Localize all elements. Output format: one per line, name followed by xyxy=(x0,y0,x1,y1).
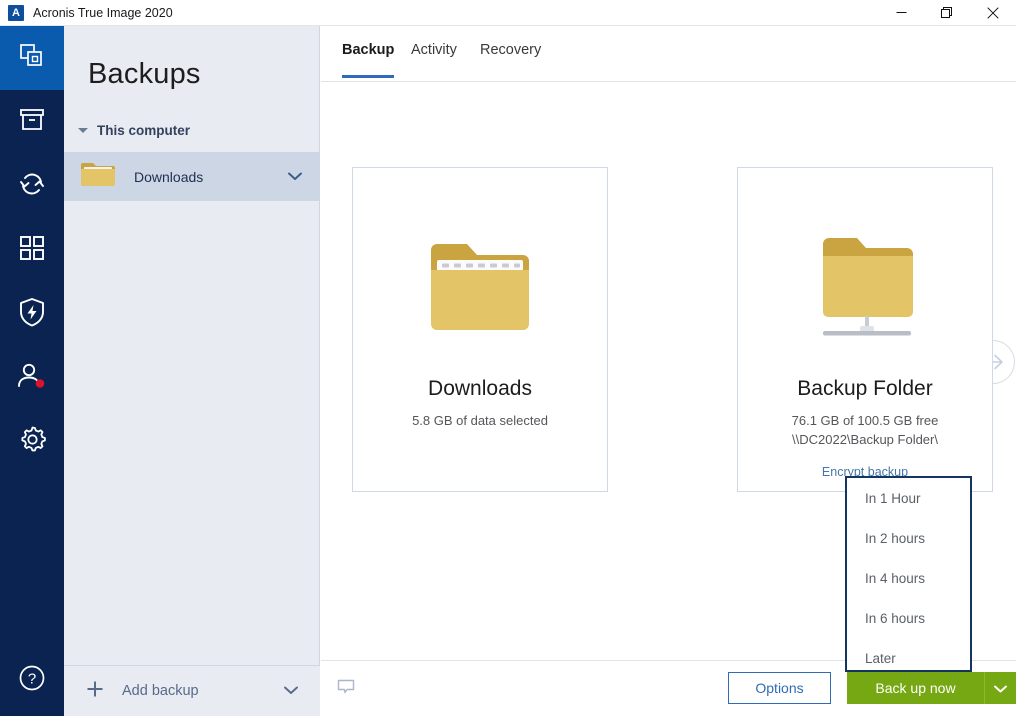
menu-item-in-6-hours[interactable]: In 6 hours xyxy=(847,598,970,638)
grid-tools-icon xyxy=(19,235,45,266)
sidebar-item-account[interactable] xyxy=(0,346,64,410)
title-bar: A Acronis True Image 2020 xyxy=(0,0,1016,26)
add-backup-label: Add backup xyxy=(122,683,199,699)
caret-down-icon xyxy=(78,127,88,133)
back-up-now-dropdown-button[interactable] xyxy=(984,672,1016,704)
destination-name: Backup Folder xyxy=(797,377,933,400)
main-content: Backup Activity Recovery Downloads 5.8 G… xyxy=(321,26,1016,716)
sidebar-item-settings[interactable] xyxy=(0,410,64,474)
user-account-icon xyxy=(17,362,47,395)
page-title: Backups xyxy=(88,58,201,90)
tab-backup[interactable]: Backup xyxy=(342,42,395,78)
restore-button[interactable] xyxy=(924,0,970,26)
tab-recovery[interactable]: Recovery xyxy=(480,42,541,78)
list-item-downloads[interactable]: Downloads xyxy=(64,152,320,201)
window-controls xyxy=(878,0,1016,26)
backups-icon xyxy=(17,41,47,76)
menu-item-in-4-hours[interactable]: In 4 hours xyxy=(847,558,970,598)
source-card[interactable]: Downloads 5.8 GB of data selected xyxy=(352,167,608,492)
tab-activity[interactable]: Activity xyxy=(411,42,457,78)
folder-icon xyxy=(80,159,116,194)
application-window: A Acronis True Image 2020 ? Backups This… xyxy=(0,0,1016,716)
sidebar-item-tools[interactable] xyxy=(0,218,64,282)
group-label: This computer xyxy=(97,122,191,138)
chevron-down-icon xyxy=(994,681,1007,696)
menu-item-in-1-hour[interactable]: In 1 Hour xyxy=(847,478,970,518)
source-name: Downloads xyxy=(428,377,532,400)
sidebar-item-archive[interactable] xyxy=(0,90,64,154)
chevron-down-icon[interactable] xyxy=(284,682,298,700)
group-this-computer[interactable]: This computer xyxy=(64,118,320,142)
comment-bubble-icon[interactable] xyxy=(336,677,356,702)
archive-box-icon xyxy=(18,106,46,139)
sync-arrows-icon xyxy=(17,169,47,204)
sidebar-item-sync[interactable] xyxy=(0,154,64,218)
close-button[interactable] xyxy=(970,0,1016,26)
sidebar-item-backups[interactable] xyxy=(0,26,64,90)
backups-sidebar: Backups This computer Downloads Add back… xyxy=(64,26,320,716)
minimize-button[interactable] xyxy=(878,0,924,26)
shield-bolt-icon xyxy=(18,297,46,332)
menu-item-in-2-hours[interactable]: In 2 hours xyxy=(847,518,970,558)
tab-bar: Backup Activity Recovery xyxy=(321,26,1016,82)
options-button[interactable]: Options xyxy=(728,672,831,704)
list-item-label: Downloads xyxy=(134,168,204,185)
destination-path: \\DC2022\Backup Folder\ xyxy=(792,432,938,447)
gear-icon xyxy=(18,425,47,459)
window-title: Acronis True Image 2020 xyxy=(33,5,173,20)
app-logo-icon: A xyxy=(8,4,24,21)
menu-item-later[interactable]: Later xyxy=(847,638,970,678)
destination-card[interactable]: Backup Folder 76.1 GB of 100.5 GB free \… xyxy=(737,167,993,492)
schedule-dropdown-menu: In 1 Hour In 2 hours In 4 hours In 6 hou… xyxy=(845,476,972,672)
plus-icon xyxy=(86,680,104,703)
folder-open-papers-icon xyxy=(353,226,607,346)
svg-text:?: ? xyxy=(28,670,36,687)
chevron-down-icon[interactable] xyxy=(288,168,302,186)
help-circle-icon: ? xyxy=(18,664,46,697)
source-detail: 5.8 GB of data selected xyxy=(412,413,548,428)
add-backup-button[interactable]: Add backup xyxy=(64,665,320,716)
destination-free-space: 76.1 GB of 100.5 GB free xyxy=(791,413,939,428)
help-button[interactable]: ? xyxy=(0,652,64,708)
network-folder-icon xyxy=(738,226,992,346)
navigation-rail: ? xyxy=(0,26,64,716)
sidebar-item-protection[interactable] xyxy=(0,282,64,346)
